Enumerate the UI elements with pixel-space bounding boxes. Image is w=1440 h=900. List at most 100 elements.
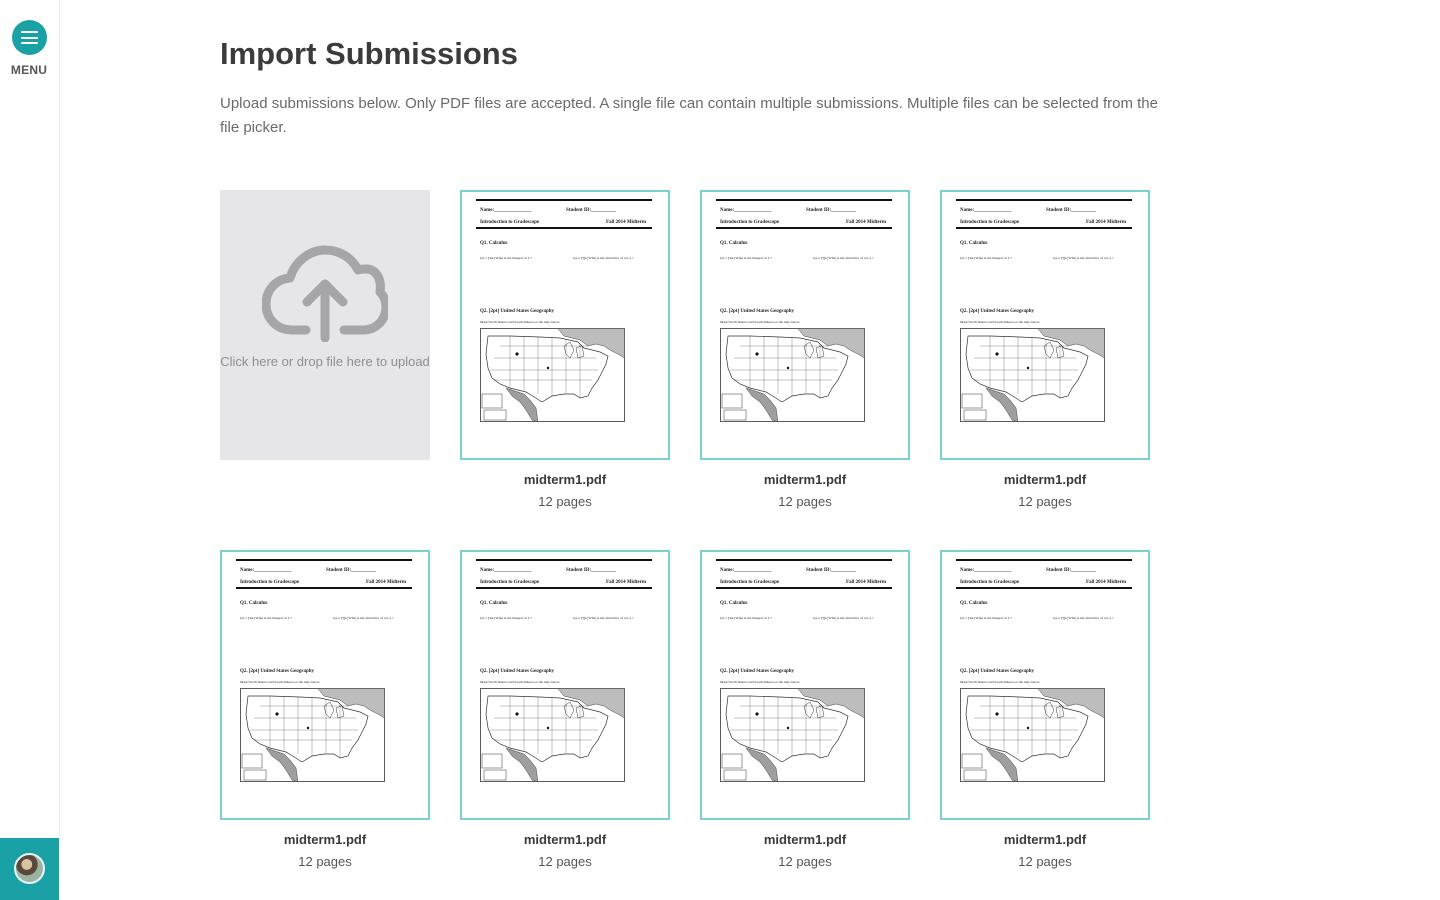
term-label: Fall 2014 Midterm bbox=[606, 220, 646, 225]
file-thumbnail[interactable]: Name:_______________ Student ID:_________… bbox=[700, 550, 910, 820]
question-1: Q1. Calculus bbox=[240, 601, 268, 606]
term-label: Fall 2014 Midterm bbox=[846, 580, 886, 585]
question-1-2: Q1.2 [3pt] What is the derivative of cos… bbox=[813, 616, 874, 620]
question-1-2: Q1.2 [3pt] What is the derivative of cos… bbox=[573, 616, 634, 620]
file-card[interactable]: Name:_______________ Student ID:_________… bbox=[220, 550, 430, 875]
question-2-instructions: Mark North Dakota and South Dakota on th… bbox=[720, 320, 801, 324]
menu-button[interactable] bbox=[12, 20, 47, 55]
file-thumbnail[interactable]: Name:_______________ Student ID:_________… bbox=[940, 550, 1150, 820]
question-1-1: Q1.1 [3pt] What is the integral of x ? bbox=[720, 256, 772, 260]
upload-instructions: Click here or drop file here to upload bbox=[220, 354, 430, 369]
cloud-upload-icon bbox=[262, 245, 388, 342]
question-2: Q2. [2pt] United States Geography bbox=[960, 309, 1035, 314]
file-thumbnail[interactable]: Name:_______________ Student ID:_________… bbox=[700, 190, 910, 460]
file-card[interactable]: Name:_______________ Student ID:_________… bbox=[460, 190, 670, 515]
file-name: midterm1.pdf bbox=[763, 472, 847, 487]
file-page-count: 12 pages bbox=[538, 854, 592, 869]
us-map-image bbox=[720, 688, 865, 783]
file-page-count: 12 pages bbox=[778, 494, 832, 509]
avatar bbox=[14, 853, 45, 884]
question-1-1: Q1.1 [3pt] What is the integral of x ? bbox=[960, 616, 1012, 620]
question-2-instructions: Mark North Dakota and South Dakota on th… bbox=[480, 680, 561, 684]
student-id-label: Student ID:__________ bbox=[566, 208, 617, 213]
question-2: Q2. [2pt] United States Geography bbox=[240, 669, 315, 674]
question-1-2: Q1.2 [3pt] What is the derivative of cos… bbox=[1053, 256, 1114, 260]
student-id-label: Student ID:__________ bbox=[326, 568, 377, 573]
file-card[interactable]: Name:_______________ Student ID:_________… bbox=[460, 550, 670, 875]
file-page-count: 12 pages bbox=[1018, 854, 1072, 869]
user-account-button[interactable] bbox=[0, 838, 59, 900]
file-name: midterm1.pdf bbox=[1003, 472, 1087, 487]
course-label: Introduction to Gradescope bbox=[240, 580, 300, 585]
page-title: Import Submissions bbox=[220, 36, 518, 71]
us-map-image bbox=[960, 328, 1105, 423]
question-1: Q1. Calculus bbox=[480, 601, 508, 606]
name-field-label: Name:_______________ bbox=[960, 568, 1012, 573]
file-card[interactable]: Name:_______________ Student ID:_________… bbox=[700, 550, 910, 875]
file-name: midterm1.pdf bbox=[1003, 832, 1087, 847]
file-name: midterm1.pdf bbox=[283, 832, 367, 847]
student-id-label: Student ID:__________ bbox=[1046, 568, 1097, 573]
sidebar: MENU bbox=[0, 0, 60, 900]
question-2-instructions: Mark North Dakota and South Dakota on th… bbox=[960, 680, 1041, 684]
hamburger-icon-bar bbox=[21, 42, 38, 44]
question-1: Q1. Calculus bbox=[960, 601, 988, 606]
document-preview: Name:_______________ Student ID:_________… bbox=[236, 557, 416, 812]
student-id-label: Student ID:__________ bbox=[806, 208, 857, 213]
course-label: Introduction to Gradescope bbox=[480, 220, 540, 225]
question-1: Q1. Calculus bbox=[480, 241, 508, 246]
file-page-count: 12 pages bbox=[538, 494, 592, 509]
question-1-2: Q1.2 [3pt] What is the derivative of cos… bbox=[813, 256, 874, 260]
upload-dropzone[interactable]: Click here or drop file here to upload bbox=[220, 190, 430, 460]
question-1-1: Q1.1 [3pt] What is the integral of x ? bbox=[960, 256, 1012, 260]
file-thumbnail[interactable]: Name:_______________ Student ID:_________… bbox=[460, 550, 670, 820]
term-label: Fall 2014 Midterm bbox=[366, 580, 406, 585]
file-card[interactable]: Name:_______________ Student ID:_________… bbox=[700, 190, 910, 515]
us-map-image bbox=[480, 328, 625, 423]
file-name: midterm1.pdf bbox=[523, 832, 607, 847]
question-2-instructions: Mark North Dakota and South Dakota on th… bbox=[480, 320, 561, 324]
file-thumbnail[interactable]: Name:_______________ Student ID:_________… bbox=[940, 190, 1150, 460]
term-label: Fall 2014 Midterm bbox=[1086, 580, 1126, 585]
question-1-1: Q1.1 [3pt] What is the integral of x ? bbox=[720, 616, 772, 620]
document-preview: Name:_______________ Student ID:_________… bbox=[476, 197, 656, 452]
document-preview: Name:_______________ Student ID:_________… bbox=[716, 557, 896, 812]
question-2: Q2. [2pt] United States Geography bbox=[720, 669, 795, 674]
question-2-instructions: Mark North Dakota and South Dakota on th… bbox=[240, 680, 321, 684]
us-map-image bbox=[720, 328, 865, 423]
course-label: Introduction to Gradescope bbox=[720, 220, 780, 225]
document-preview: Name:_______________ Student ID:_________… bbox=[716, 197, 896, 452]
question-2-instructions: Mark North Dakota and South Dakota on th… bbox=[720, 680, 801, 684]
document-preview: Name:_______________ Student ID:_________… bbox=[956, 557, 1136, 812]
us-map-image bbox=[240, 688, 385, 783]
name-field-label: Name:_______________ bbox=[960, 208, 1012, 213]
term-label: Fall 2014 Midterm bbox=[606, 580, 646, 585]
file-card[interactable]: Name:_______________ Student ID:_________… bbox=[940, 550, 1150, 875]
file-name: midterm1.pdf bbox=[763, 832, 847, 847]
file-thumbnail[interactable]: Name:_______________ Student ID:_________… bbox=[460, 190, 670, 460]
page-description: Upload submissions below. Only PDF files… bbox=[220, 95, 1158, 136]
student-id-label: Student ID:__________ bbox=[806, 568, 857, 573]
us-map-image bbox=[960, 688, 1105, 783]
question-1-1: Q1.1 [3pt] What is the integral of x ? bbox=[480, 256, 532, 260]
question-1: Q1. Calculus bbox=[960, 241, 988, 246]
term-label: Fall 2014 Midterm bbox=[846, 220, 886, 225]
course-label: Introduction to Gradescope bbox=[960, 580, 1020, 585]
menu-label[interactable]: MENU bbox=[0, 63, 58, 77]
question-2: Q2. [2pt] United States Geography bbox=[960, 669, 1035, 674]
name-field-label: Name:_______________ bbox=[480, 568, 532, 573]
question-1-2: Q1.2 [3pt] What is the derivative of cos… bbox=[573, 256, 634, 260]
question-2: Q2. [2pt] United States Geography bbox=[720, 309, 795, 314]
question-1-2: Q1.2 [3pt] What is the derivative of cos… bbox=[333, 616, 394, 620]
question-2-instructions: Mark North Dakota and South Dakota on th… bbox=[960, 320, 1041, 324]
hamburger-icon-bar bbox=[21, 36, 38, 39]
question-1-1: Q1.1 [3pt] What is the integral of x ? bbox=[240, 616, 292, 620]
file-thumbnail[interactable]: Name:_______________ Student ID:_________… bbox=[220, 550, 430, 820]
file-card[interactable]: Name:_______________ Student ID:_________… bbox=[940, 190, 1150, 515]
question-1-1: Q1.1 [3pt] What is the integral of x ? bbox=[480, 616, 532, 620]
question-2: Q2. [2pt] United States Geography bbox=[480, 669, 555, 674]
us-map-image bbox=[480, 688, 625, 783]
question-2: Q2. [2pt] United States Geography bbox=[480, 309, 555, 314]
name-field-label: Name:_______________ bbox=[720, 568, 772, 573]
document-preview: Name:_______________ Student ID:_________… bbox=[956, 197, 1136, 452]
